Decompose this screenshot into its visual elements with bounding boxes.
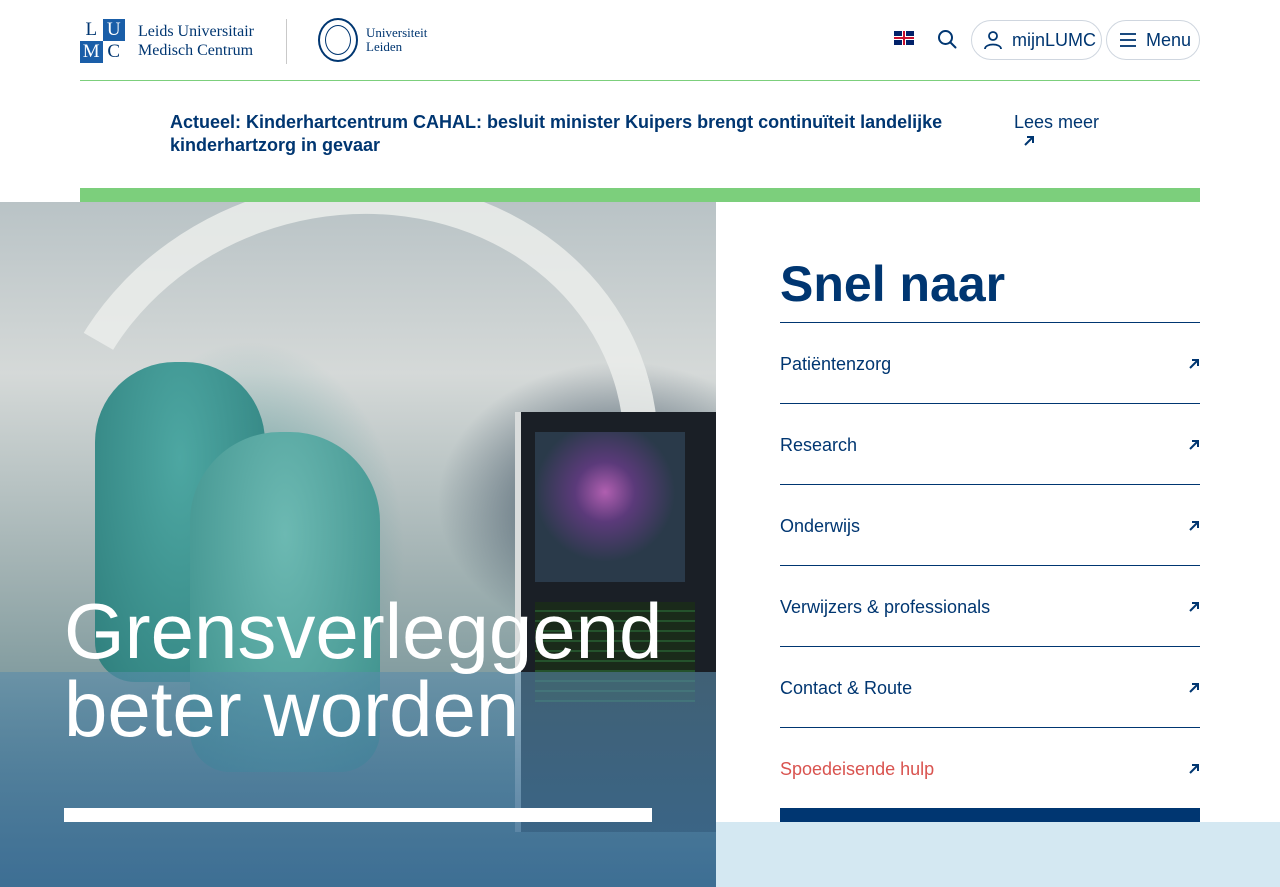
arrow-up-right-icon	[1189, 359, 1199, 369]
quick-link-research[interactable]: Research	[780, 405, 1200, 485]
arrow-up-right-icon	[1189, 683, 1199, 693]
quick-link-spoedeisende-hulp[interactable]: Spoedeisende hulp	[780, 729, 1200, 809]
hero-image	[0, 202, 716, 887]
search-icon	[938, 30, 957, 49]
hamburger-icon	[1120, 33, 1136, 47]
menu-button[interactable]: Menu	[1106, 20, 1200, 60]
leiden-university-logo[interactable]: Universiteit Leiden	[318, 18, 427, 62]
next-section-background	[716, 822, 1280, 887]
news-banner-link[interactable]: Actueel: Kinderhartcentrum CAHAL: beslui…	[170, 111, 1010, 157]
menu-label: Menu	[1146, 29, 1192, 50]
quick-link-onderwijs[interactable]: Onderwijs	[780, 486, 1200, 566]
arrow-up-right-icon	[1189, 440, 1199, 450]
site-header: L U M C Leids Universitair Medisch Centr…	[0, 0, 1280, 81]
search-button[interactable]	[935, 27, 959, 51]
divider	[780, 403, 1200, 404]
accent-bar	[80, 188, 1200, 202]
arrow-up-right-icon	[1024, 136, 1034, 146]
logo-divider	[286, 19, 287, 64]
leiden-seal-icon	[318, 18, 358, 62]
arrow-up-right-icon	[1189, 602, 1199, 612]
panel-accent-bar	[780, 808, 1200, 822]
arrow-up-right-icon	[1189, 521, 1199, 531]
mijnlumc-button[interactable]: mijnLUMC	[971, 20, 1102, 60]
user-icon	[984, 31, 1002, 50]
quick-links-title: Snel naar	[780, 256, 1006, 312]
divider	[780, 727, 1200, 728]
read-more-label: Lees meer	[1014, 112, 1100, 132]
divider	[780, 646, 1200, 647]
read-more-link[interactable]: Lees meer	[1014, 111, 1104, 148]
quick-link-verwijzers[interactable]: Verwijzers & professionals	[780, 567, 1200, 647]
lumc-logo-mark: L U M C	[80, 19, 125, 63]
hero-title: Grensverleggend beter worden	[64, 587, 663, 753]
divider	[780, 322, 1200, 323]
quick-link-contact-route[interactable]: Contact & Route	[780, 648, 1200, 728]
mijnlumc-label: mijnLUMC	[1012, 29, 1097, 50]
header-divider	[80, 80, 1200, 81]
lumc-logo[interactable]: L U M C Leids Universitair Medisch Centr…	[80, 19, 254, 63]
divider	[780, 484, 1200, 485]
lumc-logo-text: Leids Universitair Medisch Centrum	[138, 23, 254, 59]
quick-link-patientenzorg[interactable]: Patiëntenzorg	[780, 324, 1200, 404]
uk-flag-icon[interactable]	[894, 31, 914, 45]
hero-underline	[64, 808, 652, 822]
arrow-up-right-icon	[1189, 764, 1199, 774]
divider	[780, 565, 1200, 566]
